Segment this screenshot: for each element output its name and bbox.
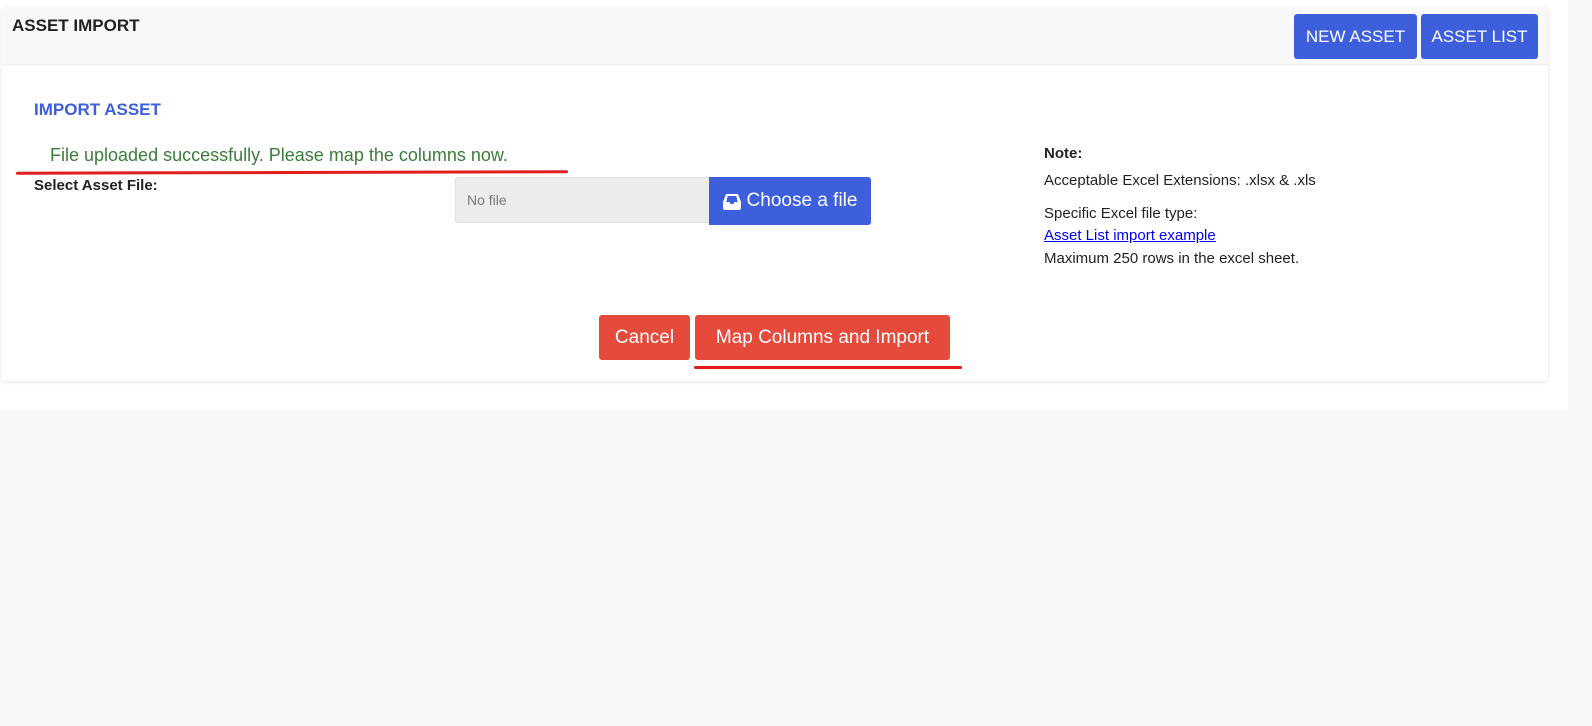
file-name-text: No file xyxy=(467,192,507,208)
card-header: ASSET IMPORT NEW ASSET ASSET LIST xyxy=(2,7,1548,65)
note-file-type: Specific Excel file type: xyxy=(1044,205,1198,222)
asset-import-card: ASSET IMPORT NEW ASSET ASSET LIST IMPORT… xyxy=(2,7,1548,381)
note-title: Note: xyxy=(1044,145,1083,162)
cancel-button[interactable]: Cancel xyxy=(599,315,690,360)
file-name-display[interactable]: No file xyxy=(455,177,709,223)
page-title: ASSET IMPORT xyxy=(12,16,140,35)
annotation-underline-import xyxy=(694,366,962,369)
new-asset-button[interactable]: NEW ASSET xyxy=(1294,14,1417,59)
file-field-label: Select Asset File: xyxy=(34,177,158,194)
asset-list-button[interactable]: ASSET LIST xyxy=(1421,14,1538,59)
import-example-link[interactable]: Asset List import example xyxy=(1044,227,1216,244)
map-columns-import-button[interactable]: Map Columns and Import xyxy=(695,315,950,360)
success-message: File uploaded successfully. Please map t… xyxy=(50,145,508,165)
page: ASSET IMPORT NEW ASSET ASSET LIST IMPORT… xyxy=(0,0,1592,726)
choose-file-label: Choose a file xyxy=(746,190,858,211)
note-max-rows: Maximum 250 rows in the excel sheet. xyxy=(1044,250,1300,267)
choose-file-button[interactable]: Choose a file xyxy=(709,177,871,225)
note-extensions: Acceptable Excel Extensions: .xlsx & .xl… xyxy=(1044,172,1316,189)
annotation-underline-message xyxy=(15,170,569,175)
inbox-icon xyxy=(722,193,741,210)
section-title: IMPORT ASSET xyxy=(34,100,161,119)
